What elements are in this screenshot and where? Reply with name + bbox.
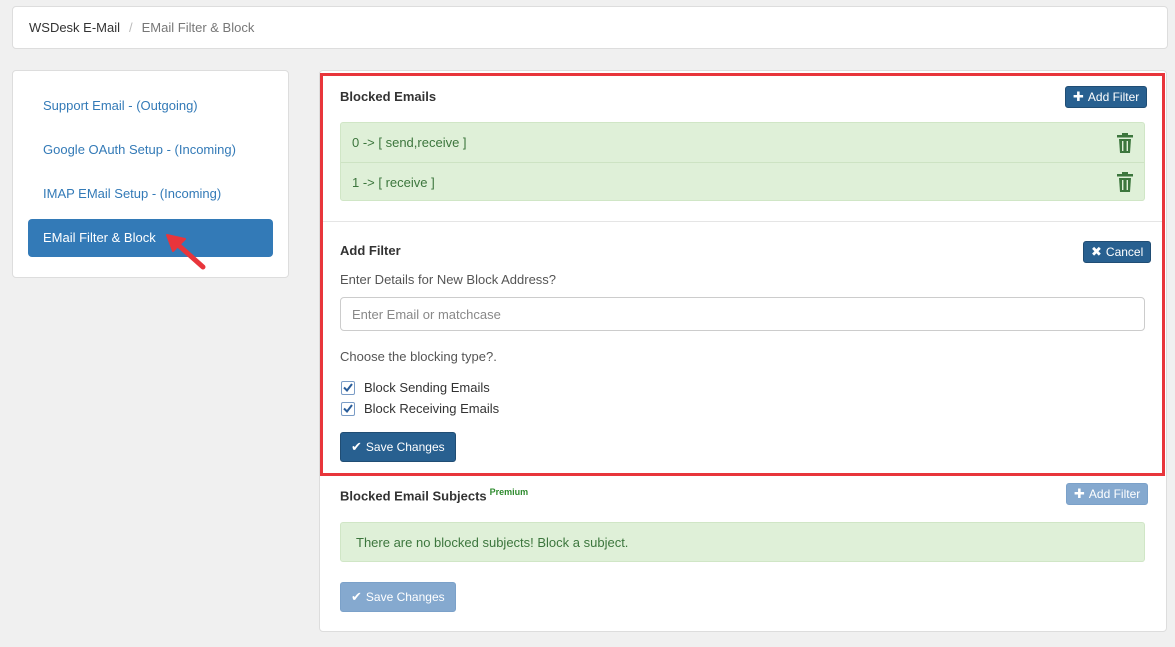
premium-badge: Premium	[489, 487, 529, 497]
blocked-subjects-title-text: Blocked Email Subjects	[340, 488, 487, 504]
pointer-arrow-icon	[166, 234, 206, 270]
sidebar-item-imap-setup[interactable]: IMAP EMail Setup - (Incoming)	[28, 175, 273, 213]
no-blocked-subjects-text: There are no blocked subjects! Block a s…	[356, 534, 629, 550]
close-icon: ✖	[1091, 244, 1102, 259]
block-receiving-checkbox[interactable]	[341, 401, 355, 416]
add-filter-label: Add Filter	[1087, 90, 1140, 104]
add-filter-button[interactable]: ✚ Add Filter	[1065, 86, 1148, 108]
section-divider	[323, 221, 1163, 222]
block-sending-label: Block Sending Emails	[364, 380, 490, 395]
block-sending-checkbox[interactable]	[341, 380, 355, 395]
block-address-prompt: Enter Details for New Block Address?	[340, 272, 557, 287]
add-filter-title: Add Filter	[340, 243, 401, 258]
add-subject-filter-label: Add Filter	[1088, 487, 1141, 501]
trash-icon[interactable]	[1117, 132, 1133, 153]
breadcrumb-current: EMail Filter & Block	[141, 20, 255, 35]
list-item: 0 -> [ send,receive ]	[341, 123, 1144, 162]
save-changes-label: Save Changes	[365, 440, 445, 454]
breadcrumb: WSDesk E-Mail / EMail Filter & Block	[12, 6, 1168, 49]
blocked-subjects-title: Blocked Email Subjects Premium	[340, 487, 528, 503]
block-address-input[interactable]	[340, 297, 1145, 331]
checkmark-icon	[343, 404, 353, 413]
block-receiving-option[interactable]: Block Receiving Emails	[341, 401, 499, 416]
checkmark-icon: ✔	[351, 439, 362, 454]
cancel-label: Cancel	[1105, 245, 1144, 259]
plus-icon: ✚	[1074, 486, 1085, 501]
sidebar-item-support-email[interactable]: Support Email - (Outgoing)	[28, 87, 273, 125]
breadcrumb-separator: /	[129, 20, 133, 35]
sidebar-item-email-filter[interactable]: EMail Filter & Block	[28, 219, 273, 257]
save-subjects-label: Save Changes	[365, 590, 445, 604]
blocking-type-prompt: Choose the blocking type?.	[340, 349, 497, 364]
save-subjects-button[interactable]: ✔ Save Changes	[340, 582, 456, 612]
settings-sidebar: Support Email - (Outgoing) Google OAuth …	[12, 70, 289, 278]
checkmark-icon: ✔	[351, 589, 362, 604]
blocked-emails-title: Blocked Emails	[340, 89, 437, 104]
blocked-emails-list: 0 -> [ send,receive ] 1 -> [ receive ]	[340, 122, 1145, 201]
list-item: 1 -> [ receive ]	[341, 162, 1144, 201]
block-receiving-label: Block Receiving Emails	[364, 401, 500, 416]
checkmark-icon	[343, 383, 353, 392]
breadcrumb-root[interactable]: WSDesk E-Mail	[29, 20, 120, 35]
blocked-email-text: 0 -> [ send,receive ]	[352, 135, 467, 150]
add-subject-filter-button[interactable]: ✚ Add Filter	[1066, 483, 1149, 505]
cancel-button[interactable]: ✖ Cancel	[1083, 241, 1152, 263]
save-changes-button[interactable]: ✔ Save Changes	[340, 432, 456, 462]
trash-icon[interactable]	[1117, 172, 1133, 192]
block-sending-option[interactable]: Block Sending Emails	[341, 380, 490, 395]
plus-icon: ✚	[1073, 89, 1084, 104]
no-blocked-subjects-alert: There are no blocked subjects! Block a s…	[340, 522, 1145, 562]
sidebar-item-google-oauth[interactable]: Google OAuth Setup - (Incoming)	[28, 131, 273, 169]
blocked-email-text: 1 -> [ receive ]	[352, 174, 435, 190]
